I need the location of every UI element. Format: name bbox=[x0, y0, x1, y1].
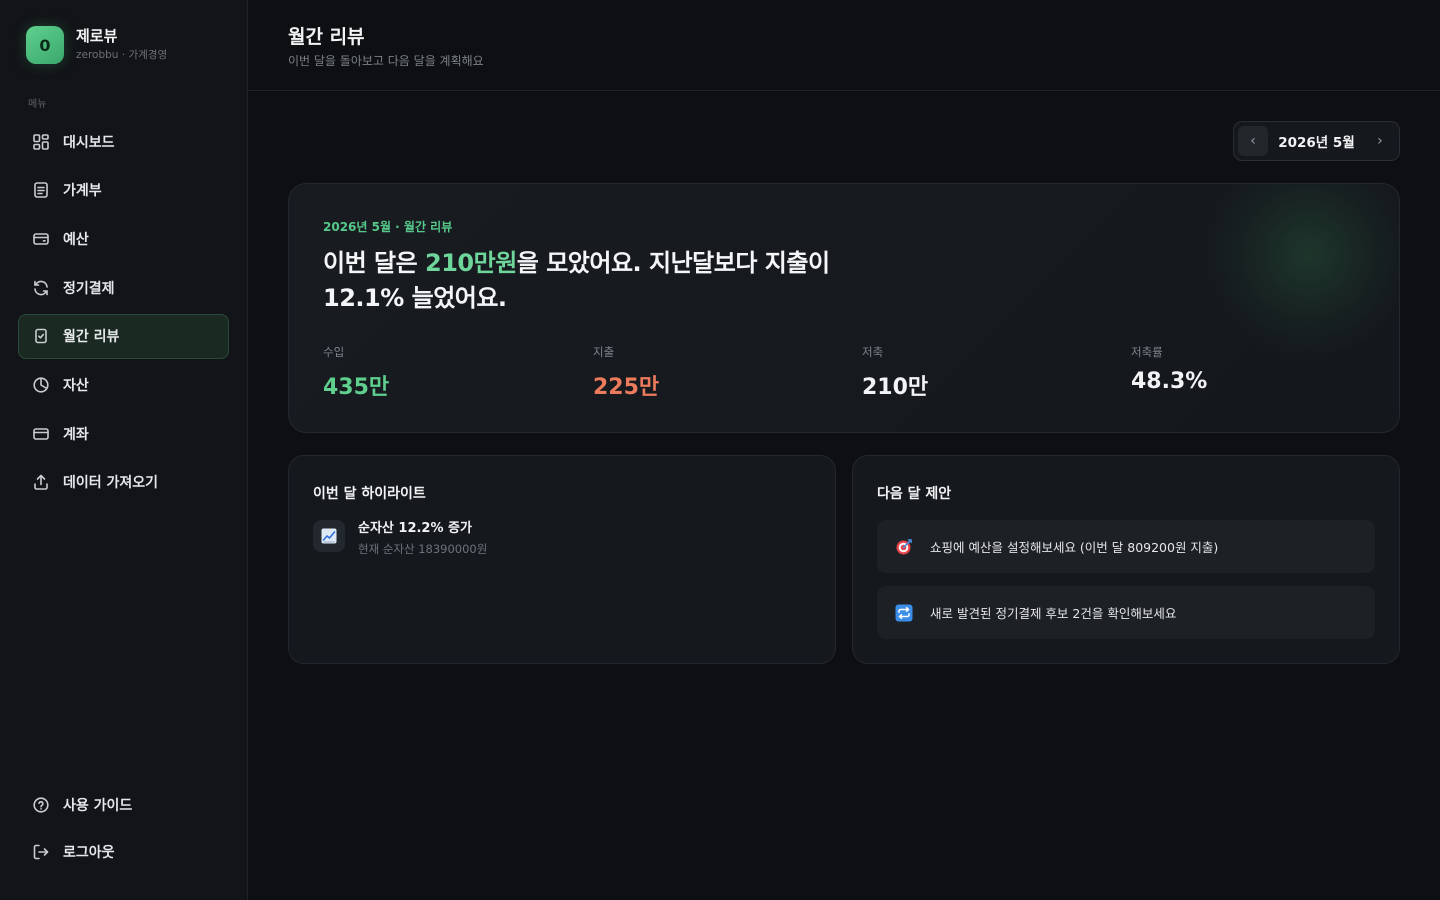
stat-label: 수입 bbox=[323, 345, 345, 359]
sidebar-item-label: 사용 가이드 bbox=[63, 797, 133, 814]
stat-value: 435만 bbox=[323, 375, 390, 400]
chevron-right-icon: › bbox=[1377, 133, 1383, 149]
sidebar-item-label: 데이터 가져오기 bbox=[63, 475, 159, 492]
sidebar-bottom-nav: 사용 가이드 로그아웃 bbox=[18, 782, 229, 876]
next-month-button[interactable]: › bbox=[1365, 126, 1395, 156]
brand-subtitle: zerobbu · 가계경영 bbox=[76, 49, 168, 61]
checklist-icon bbox=[32, 327, 50, 345]
stat-value: 225만 bbox=[593, 375, 660, 400]
page-header: 월간 리뷰 이번 달을 돌아보고 다음 달을 계획해요 bbox=[248, 0, 1440, 91]
headline-savings-amount: 210만원 bbox=[425, 249, 517, 277]
headline-text: 이번 달은 bbox=[323, 249, 426, 277]
suggestions-card: 다음 달 제안 쇼핑에 예산을 설정해보세요 (이번 달 809200원 지출)… bbox=[852, 455, 1400, 664]
upload-icon bbox=[32, 473, 50, 491]
sidebar-item-logout[interactable]: 로그아웃 bbox=[18, 829, 229, 874]
brand[interactable]: 0 제로뷰 zerobbu · 가계경영 bbox=[26, 26, 167, 64]
summary-headline: 이번 달은 210만원을 모았어요. 지난달보다 지출이 12.1% 늘었어요. bbox=[323, 246, 883, 316]
prev-month-button[interactable]: ‹ bbox=[1238, 126, 1268, 156]
sidebar-item-label: 로그아웃 bbox=[63, 844, 115, 861]
stat-label: 지출 bbox=[593, 345, 615, 359]
brand-name: 제로뷰 bbox=[76, 27, 118, 45]
summary-eyebrow: 2026년 5월 · 월간 리뷰 bbox=[323, 220, 453, 234]
stat-savings-rate: 저축률 48.3% bbox=[1131, 344, 1207, 394]
highlight-item: 순자산 12.2% 증가 현재 순자산 18390000원 bbox=[313, 520, 487, 557]
suggestion-item[interactable]: 쇼핑에 예산을 설정해보세요 (이번 달 809200원 지출) bbox=[877, 520, 1375, 573]
brand-logo: 0 bbox=[26, 26, 64, 64]
highlights-card: 이번 달 하이라이트 순자산 12.2% 증가 현재 순자산 18390000원 bbox=[288, 455, 836, 664]
target-icon bbox=[894, 537, 914, 557]
sidebar-nav: 대시보드 가계부 예산 정기결제 월간 리뷰 자산 계좌 데이터 가져오기 bbox=[18, 119, 229, 509]
page-subtitle: 이번 달을 돌아보고 다음 달을 계획해요 bbox=[288, 54, 484, 68]
stat-savings: 저축 210만 bbox=[862, 344, 928, 401]
card-icon bbox=[32, 425, 50, 443]
sidebar-item-monthly-review[interactable]: 월간 리뷰 bbox=[18, 313, 229, 359]
suggestion-text: 새로 발견된 정기결제 후보 2건을 확인해보세요 bbox=[930, 606, 1177, 621]
stat-expense: 지출 225만 bbox=[593, 344, 659, 401]
sidebar-item-label: 예산 bbox=[63, 231, 89, 248]
page-title: 월간 리뷰 bbox=[288, 26, 365, 48]
decorative-glow bbox=[1199, 184, 1399, 364]
summary-stats: 수입 435만 지출 225만 저축 210만 저축률 48.3% bbox=[323, 344, 1383, 404]
month-label: 2026년 5월 bbox=[1278, 135, 1355, 151]
sidebar-item-assets[interactable]: 자산 bbox=[18, 362, 229, 407]
chart-up-icon bbox=[313, 520, 345, 552]
sidebar-item-label: 자산 bbox=[63, 377, 89, 394]
sidebar-item-label: 월간 리뷰 bbox=[63, 329, 120, 346]
help-icon bbox=[32, 796, 50, 814]
sidebar-item-guide[interactable]: 사용 가이드 bbox=[18, 782, 229, 827]
sidebar-item-ledger[interactable]: 가계부 bbox=[18, 168, 229, 213]
month-picker: ‹ 2026년 5월 › bbox=[1233, 121, 1400, 161]
sidebar-item-budget[interactable]: 예산 bbox=[18, 216, 229, 261]
suggestion-item[interactable]: 새로 발견된 정기결제 후보 2건을 확인해보세요 bbox=[877, 586, 1375, 639]
sidebar-item-dashboard[interactable]: 대시보드 bbox=[18, 119, 229, 164]
wallet-icon bbox=[32, 230, 50, 248]
sidebar-item-label: 계좌 bbox=[63, 426, 89, 443]
logout-icon bbox=[32, 843, 50, 861]
stat-label: 저축 bbox=[862, 345, 884, 359]
chevron-left-icon: ‹ bbox=[1250, 133, 1256, 149]
sidebar-item-label: 정기결제 bbox=[63, 280, 115, 297]
stat-value: 210만 bbox=[862, 375, 929, 400]
sidebar-item-label: 대시보드 bbox=[63, 134, 115, 151]
repeat-icon bbox=[894, 603, 914, 623]
sidebar: 0 제로뷰 zerobbu · 가계경영 메뉴 대시보드 가계부 예산 정기결제… bbox=[0, 0, 248, 900]
stat-label: 저축률 bbox=[1131, 345, 1163, 359]
sidebar-item-subscriptions[interactable]: 정기결제 bbox=[18, 265, 229, 310]
highlight-title: 순자산 12.2% 증가 bbox=[358, 521, 472, 536]
ledger-icon bbox=[32, 181, 50, 199]
sidebar-item-label: 가계부 bbox=[63, 183, 102, 200]
menu-section-label: 메뉴 bbox=[28, 99, 47, 110]
sidebar-item-accounts[interactable]: 계좌 bbox=[18, 411, 229, 456]
card-title: 다음 달 제안 bbox=[877, 486, 952, 502]
card-title: 이번 달 하이라이트 bbox=[313, 486, 426, 502]
pie-icon bbox=[32, 376, 50, 394]
monthly-summary-card: 2026년 5월 · 월간 리뷰 이번 달은 210만원을 모았어요. 지난달보… bbox=[288, 183, 1400, 433]
grid-icon bbox=[32, 133, 50, 151]
suggestion-text: 쇼핑에 예산을 설정해보세요 (이번 달 809200원 지출) bbox=[930, 540, 1219, 555]
sidebar-item-import[interactable]: 데이터 가져오기 bbox=[18, 460, 229, 505]
refresh-icon bbox=[32, 279, 50, 297]
stat-income: 수입 435만 bbox=[323, 344, 389, 401]
highlight-subtitle: 현재 순자산 18390000원 bbox=[358, 542, 488, 556]
stat-value: 48.3% bbox=[1131, 369, 1208, 394]
